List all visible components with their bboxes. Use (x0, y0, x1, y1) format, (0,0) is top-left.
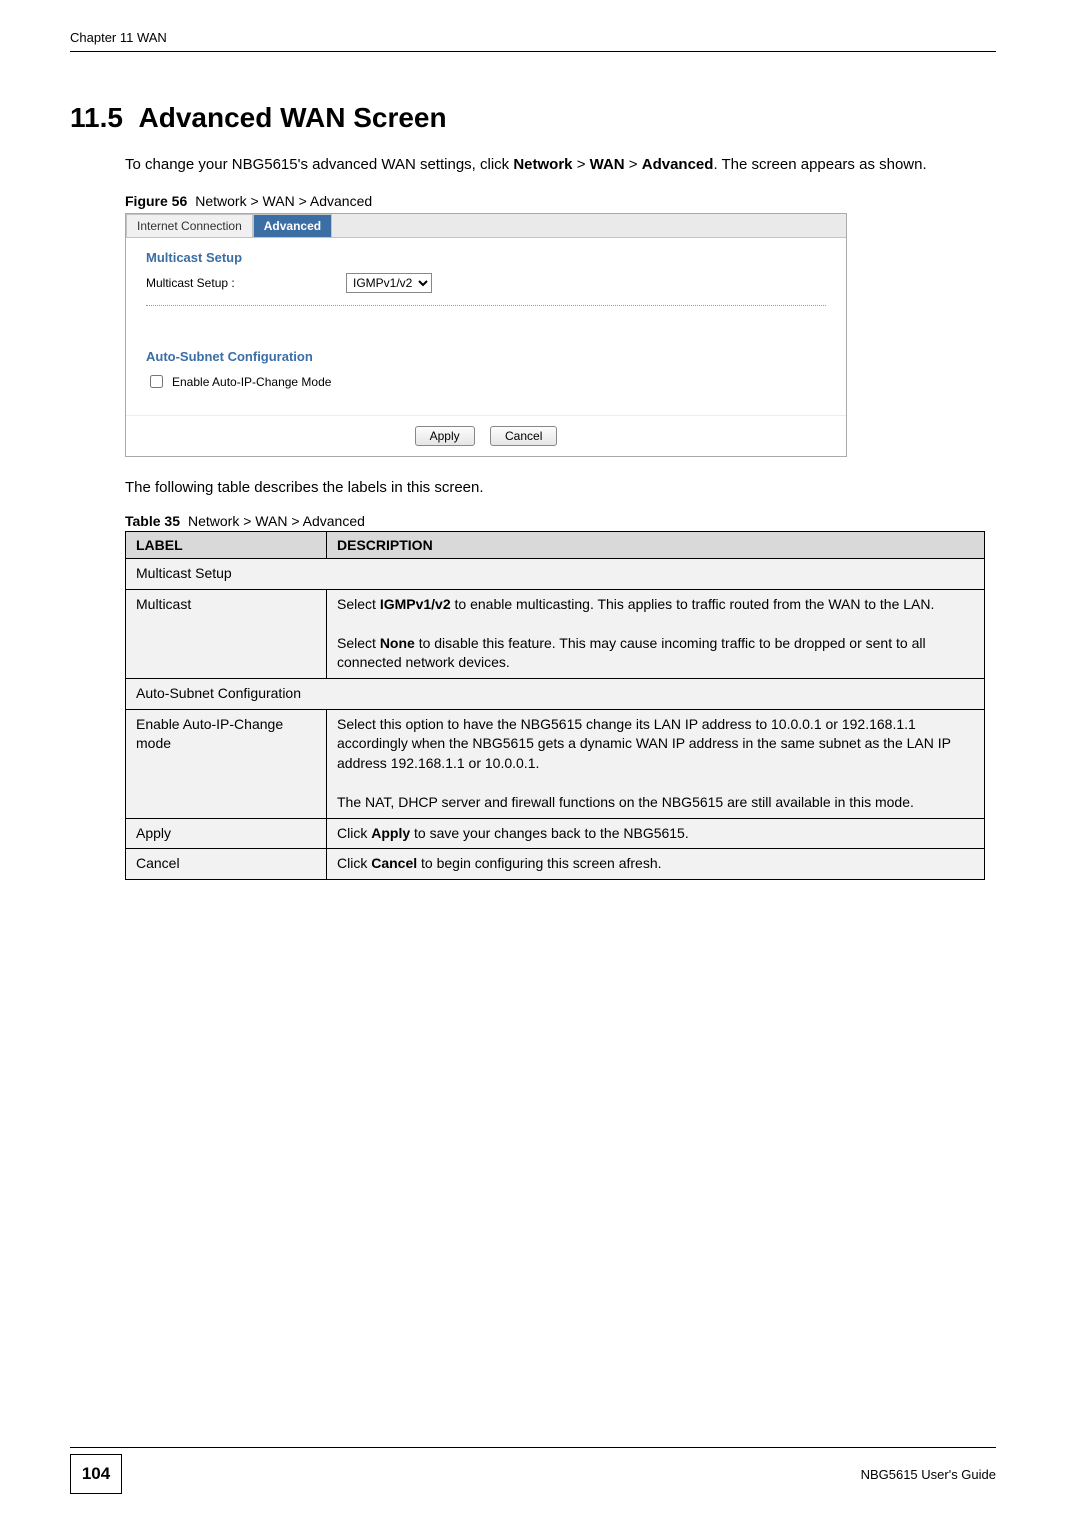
text: Select this option to have the NBG5615 c… (337, 716, 951, 771)
button-bar: Apply Cancel (126, 415, 846, 456)
text: to begin configuring this screen afresh. (417, 855, 661, 871)
section-heading: 11.5 Advanced WAN Screen (70, 102, 996, 134)
text: to enable multicasting. This applies to … (451, 596, 935, 612)
enable-auto-ip-label: Enable Auto-IP-Change Mode (172, 375, 331, 389)
screenshot-figure: Internet Connection Advanced Multicast S… (125, 213, 847, 457)
table-caption: Table 35 Network > WAN > Advanced (125, 513, 996, 529)
intro-paragraph: To change your NBG5615's advanced WAN se… (125, 154, 996, 175)
apply-button[interactable]: Apply (415, 426, 475, 446)
intro-text-1: To change your NBG5615's advanced WAN se… (125, 156, 513, 173)
multicast-setup-heading: Multicast Setup (146, 250, 826, 265)
intro-text-2: . The screen appears as shown. (713, 156, 926, 173)
cancel-button[interactable]: Cancel (490, 426, 557, 446)
enable-auto-ip-checkbox[interactable] (150, 375, 163, 388)
guide-name: NBG5615 User's Guide (861, 1467, 996, 1482)
row-apply-desc: Click Apply to save your changes back to… (327, 818, 985, 849)
intro-sep2: > (625, 156, 642, 173)
text-bold: Apply (371, 825, 410, 841)
following-table-text: The following table describes the labels… (125, 477, 996, 498)
description-table: LABEL DESCRIPTION Multicast Setup Multic… (125, 531, 985, 880)
row-enable-auto-label: Enable Auto-IP-Change mode (126, 709, 327, 818)
intro-nav2: WAN (590, 156, 625, 173)
multicast-setup-select[interactable]: IGMPv1/v2 (346, 273, 432, 293)
text: The NAT, DHCP server and firewall functi… (337, 794, 914, 810)
autosubnet-heading: Auto-Subnet Configuration (146, 349, 826, 364)
text-bold: None (380, 635, 415, 651)
row-multicast-desc: Select IGMPv1/v2 to enable multicasting.… (327, 589, 985, 678)
row-apply-label: Apply (126, 818, 327, 849)
text: Select (337, 596, 380, 612)
text-bold: IGMPv1/v2 (380, 596, 451, 612)
chapter-header: Chapter 11 WAN (70, 30, 996, 45)
row-cancel-desc: Click Cancel to begin configuring this s… (327, 849, 985, 880)
intro-sep1: > (573, 156, 590, 173)
page-footer: 104 NBG5615 User's Guide (70, 1447, 996, 1494)
text: to save your changes back to the NBG5615… (410, 825, 689, 841)
tab-internet-connection[interactable]: Internet Connection (126, 214, 253, 237)
row-multicast-setup-section: Multicast Setup (126, 559, 985, 590)
row-autosubnet-section: Auto-Subnet Configuration (126, 678, 985, 709)
section-title: Advanced WAN Screen (139, 102, 447, 133)
text: to disable this feature. This may cause … (337, 635, 926, 671)
row-multicast-label: Multicast (126, 589, 327, 678)
table-label: Table 35 (125, 513, 180, 529)
text: Click (337, 855, 371, 871)
text-bold: Cancel (371, 855, 417, 871)
row-enable-auto-desc: Select this option to have the NBG5615 c… (327, 709, 985, 818)
th-label: LABEL (126, 532, 327, 559)
figure-text: Network > WAN > Advanced (195, 193, 372, 209)
row-cancel-label: Cancel (126, 849, 327, 880)
multicast-setup-label: Multicast Setup : (146, 276, 346, 290)
tab-bar: Internet Connection Advanced (126, 214, 846, 238)
header-rule (70, 51, 996, 52)
section-number: 11.5 (70, 102, 123, 133)
text: Select (337, 635, 380, 651)
figure-caption: Figure 56 Network > WAN > Advanced (125, 193, 996, 209)
divider-dotted (146, 305, 826, 307)
tab-advanced[interactable]: Advanced (253, 214, 332, 237)
table-text: Network > WAN > Advanced (188, 513, 365, 529)
text: Click (337, 825, 371, 841)
figure-label: Figure 56 (125, 193, 187, 209)
th-description: DESCRIPTION (327, 532, 985, 559)
page-number: 104 (70, 1454, 122, 1494)
intro-nav3: Advanced (642, 156, 714, 173)
intro-nav1: Network (513, 156, 572, 173)
